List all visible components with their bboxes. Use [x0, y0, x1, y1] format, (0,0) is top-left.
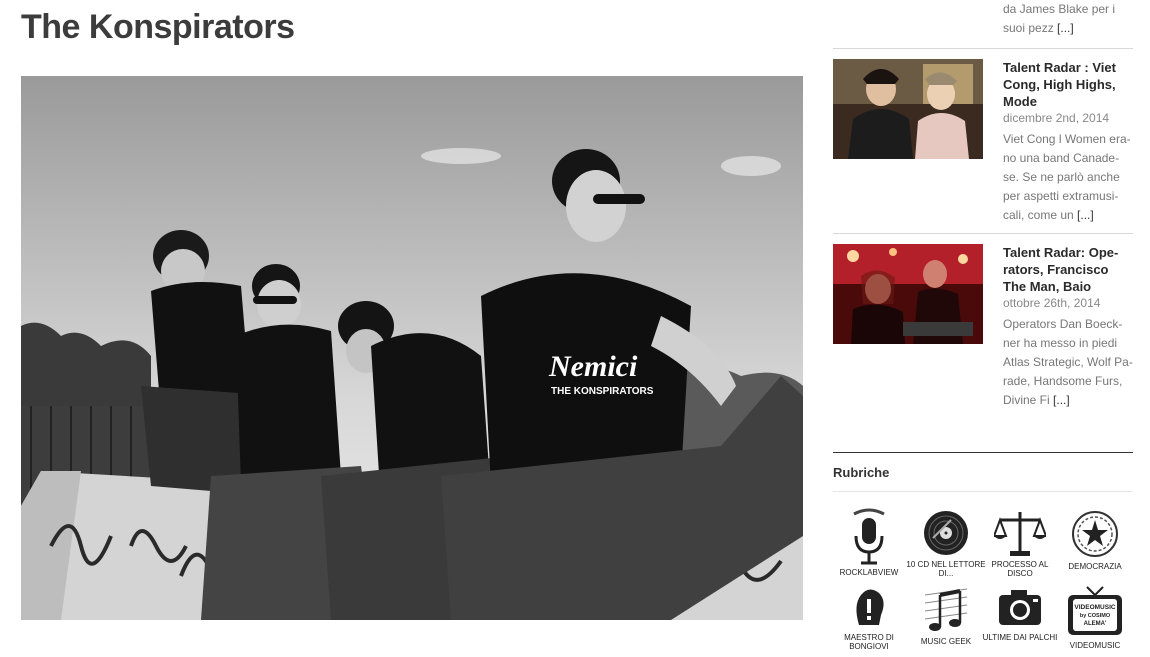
- post-date: ottobre 26th, 2014: [1003, 296, 1101, 310]
- rubrica-label: MUSIC GEEK: [920, 637, 972, 646]
- divider: [833, 233, 1133, 234]
- post-thumbnail[interactable]: [833, 244, 983, 344]
- post-title[interactable]: Talent Radar : Viet Cong, High Highs, Mo…: [1003, 59, 1135, 110]
- sidebar-post: Talent Radar: Ope-rators, Francisco The …: [833, 244, 1133, 414]
- divider: [833, 48, 1133, 49]
- read-more-link[interactable]: [...]: [1077, 208, 1094, 222]
- read-more-link[interactable]: [...]: [1057, 21, 1074, 35]
- emblem-icon: [1072, 511, 1118, 557]
- page-title: The Konspirators: [21, 8, 295, 46]
- rubrica-democrazia[interactable]: DEMOCRAZIA: [1055, 508, 1135, 571]
- rubrica-music-geek[interactable]: MUSIC GEEK: [906, 585, 986, 646]
- camera-icon: [999, 590, 1041, 625]
- post-excerpt: Operators Dan Boeck-ner ha messo in pied…: [1003, 315, 1135, 410]
- tv-screen-text: VIDEOMUSIC: [1074, 604, 1115, 611]
- rubrica-ultime-dai-palchi[interactable]: ULTIME DAI PALCHI: [980, 585, 1060, 642]
- section-divider: [833, 452, 1133, 453]
- excerpt-text: suoi pezz: [1003, 21, 1054, 35]
- rubrica-label: MAESTRO DI BONGIOVI: [844, 633, 894, 651]
- head-silhouette-icon: [856, 589, 884, 625]
- excerpt-text: Viet Cong l Women era-no una band Canade…: [1003, 132, 1131, 222]
- rubrica-10-cd[interactable]: 10 CD NEL LETTORE DI...: [906, 508, 986, 578]
- post-thumbnail[interactable]: [833, 59, 983, 159]
- tv-screen-text: ALEMA': [1084, 621, 1107, 627]
- sidebar-post: Talent Radar : Viet Cong, High Highs, Mo…: [833, 59, 1133, 229]
- post-body: Talent Radar: Ope-rators, Francisco The …: [1003, 244, 1135, 410]
- rubrica-label: DEMOCRAZIA: [1068, 562, 1122, 571]
- shirt-logo-text: Nemici: [548, 350, 638, 383]
- rubrica-label: ROCKLABVIEW: [839, 568, 899, 577]
- divider: [833, 491, 1133, 492]
- rubrica-rocklabview[interactable]: ROCKLABVIEW: [829, 508, 909, 577]
- article-photo: Nemici THE KONSPIRATORS: [21, 76, 803, 620]
- microphone-icon: [853, 508, 885, 565]
- rubrica-maestro[interactable]: MAESTRO DI BONGIOVI: [829, 585, 909, 651]
- vinyl-record-icon: [924, 511, 968, 555]
- rubrica-label: ULTIME DAI PALCHI: [982, 633, 1058, 642]
- music-notes-icon: [924, 588, 968, 631]
- band-photo: Nemici THE KONSPIRATORS: [21, 76, 803, 620]
- rubrica-videomusic[interactable]: VIDEOMUSIC by COSIMO ALEMA' VIDEOMUSIC: [1055, 585, 1135, 650]
- rubriche-heading: Rubriche: [833, 465, 890, 480]
- post-excerpt: Viet Cong l Women era-no una band Canade…: [1003, 130, 1135, 225]
- rubrica-processo[interactable]: PROCESSO AL DISCO: [980, 508, 1060, 578]
- tv-screen-text: by COSIMO: [1080, 613, 1111, 619]
- tv-icon: VIDEOMUSIC by COSIMO ALEMA': [1068, 586, 1122, 635]
- shirt-logo-subtext: THE KONSPIRATORS: [551, 386, 654, 397]
- excerpt-line: suoi pezz [...]: [1003, 19, 1133, 38]
- post-title[interactable]: Talent Radar: Ope-rators, Francisco The …: [1003, 244, 1135, 295]
- rubrica-label: VIDEOMUSIC: [1069, 641, 1121, 650]
- post-date: dicembre 2nd, 2014: [1003, 111, 1110, 125]
- rubrica-label: PROCESSO AL DISCO: [991, 560, 1049, 578]
- previous-post-excerpt: da James Blake per i suoi pezz [...]: [1003, 0, 1133, 38]
- read-more-link[interactable]: [...]: [1053, 393, 1070, 407]
- rubrica-label: 10 CD NEL LETTORE DI...: [906, 560, 986, 578]
- post-body: Talent Radar : Viet Cong, High Highs, Mo…: [1003, 59, 1135, 225]
- scales-icon: [994, 512, 1046, 556]
- excerpt-line: da James Blake per i: [1003, 2, 1116, 16]
